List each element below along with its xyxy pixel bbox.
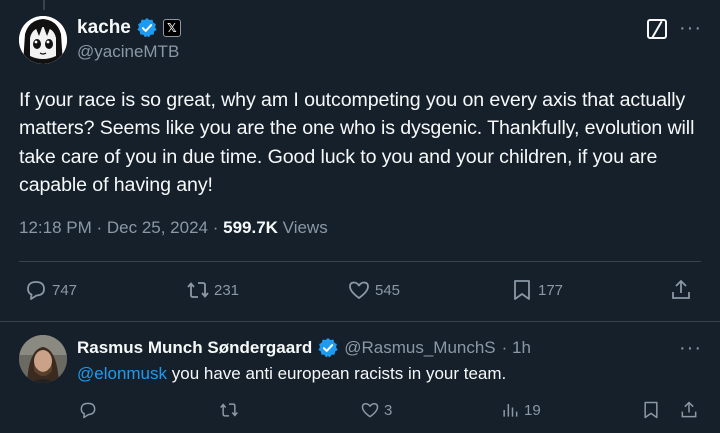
like-icon [349, 281, 369, 299]
verified-icon [318, 338, 338, 358]
reply-like-button[interactable]: 3 [360, 400, 392, 420]
avatar[interactable] [19, 16, 67, 64]
repost-icon [220, 403, 238, 417]
reply-author-name[interactable]: Rasmus Munch Søndergaard [77, 338, 312, 358]
views-count: 599.7K [223, 218, 278, 237]
author-name[interactable]: kache [77, 17, 131, 39]
action-bar: 747 231 545 177 [0, 278, 720, 306]
reply-repost-button[interactable] [219, 400, 239, 420]
repost-icon [187, 282, 209, 298]
views-icon [503, 404, 518, 417]
share-button[interactable] [669, 278, 693, 302]
timestamp[interactable]: 12:18 PM · Dec 25, 2024 · [19, 218, 223, 237]
bookmark-icon [514, 280, 530, 300]
divider [19, 261, 701, 262]
grok-icon[interactable] [647, 19, 667, 39]
reply-like-count: 3 [384, 401, 393, 419]
share-icon [681, 401, 697, 418]
tweet-separator [0, 321, 720, 322]
repost-count: 231 [214, 281, 240, 299]
author-handle[interactable]: @yacineMTB [77, 42, 179, 62]
reply-reply-button[interactable] [78, 400, 98, 420]
share-icon [672, 279, 690, 299]
reply-avatar[interactable] [19, 335, 67, 383]
reply-icon [27, 281, 45, 300]
reply-text: @elonmusk you have anti european racists… [77, 364, 506, 384]
bookmark-button[interactable]: 177 [510, 278, 563, 302]
reply-time[interactable]: · 1h [502, 338, 531, 358]
bookmark-icon [644, 401, 658, 419]
views-label: Views [277, 218, 328, 237]
like-button[interactable]: 545 [347, 278, 400, 302]
main-tweet: kache 𝕏 @yacineMTB ··· If your race is s… [0, 0, 720, 322]
reply-body: you have anti european racists in your t… [167, 364, 507, 383]
verified-icon [137, 18, 157, 38]
reply-header: Rasmus Munch Søndergaard @Rasmus_MunchS … [77, 337, 531, 359]
repost-button[interactable]: 231 [186, 278, 239, 302]
reply-count: 747 [52, 281, 78, 299]
mention-link[interactable]: @elonmusk [77, 364, 167, 383]
more-icon[interactable]: ··· [679, 17, 702, 40]
reply-icon [80, 402, 96, 419]
reply-views-count: 19 [524, 401, 541, 419]
reply-author-handle[interactable]: @Rasmus_MunchS [344, 338, 495, 358]
reply-bookmark-button[interactable] [641, 400, 661, 420]
like-icon [361, 403, 379, 418]
tweet-text: If your race is so great, why am I outco… [19, 89, 695, 197]
reply-button[interactable]: 747 [24, 278, 77, 302]
bookmark-count: 177 [538, 281, 564, 299]
x-badge-icon: 𝕏 [162, 19, 181, 37]
tweet-meta: 12:18 PM · Dec 25, 2024 · 599.7K Views [19, 218, 328, 238]
reply-views-button[interactable]: 19 [500, 400, 541, 420]
reply-share-button[interactable] [679, 400, 699, 420]
like-count: 545 [375, 281, 401, 299]
more-icon[interactable]: ··· [679, 337, 702, 360]
